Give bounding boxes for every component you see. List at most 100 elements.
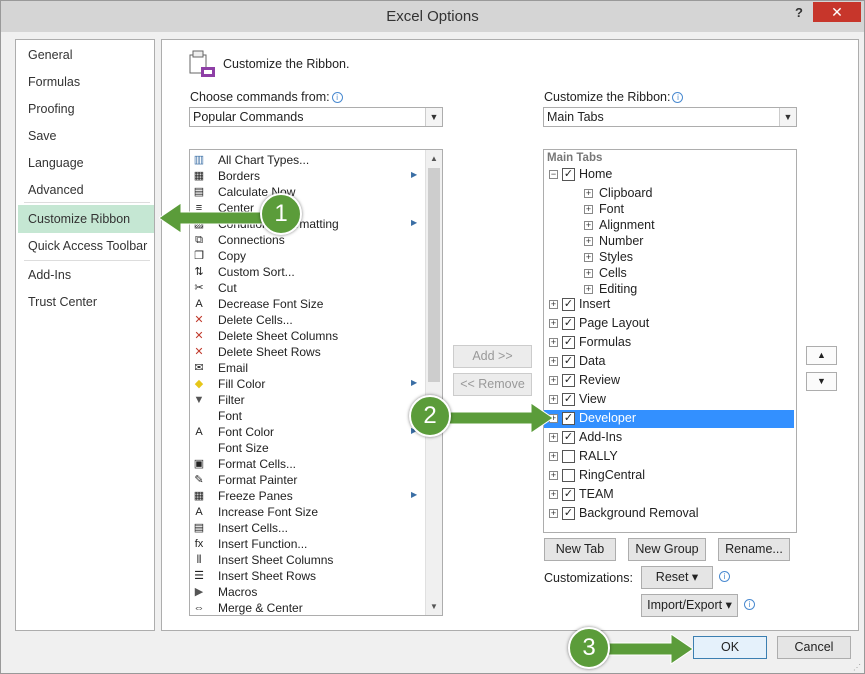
expand-icon[interactable]: + <box>584 285 593 294</box>
command-item[interactable]: ✕ Delete Sheet Columns <box>190 328 430 344</box>
move-down-button[interactable]: ▼ <box>806 372 837 391</box>
nav-item-add-ins[interactable]: Add-Ins <box>28 268 71 282</box>
expand-icon[interactable]: + <box>549 300 558 309</box>
command-item[interactable]: fx Insert Function... <box>190 536 430 552</box>
command-item[interactable]: ✂ Cut <box>190 280 430 296</box>
expand-icon[interactable]: + <box>549 490 558 499</box>
expand-icon[interactable]: + <box>584 269 593 278</box>
command-item[interactable]: Font Size <box>190 440 430 456</box>
expand-icon[interactable]: + <box>584 205 593 214</box>
tree-tab-data[interactable]: + ✓ Data <box>544 353 794 371</box>
tree-tab-insert[interactable]: + ✓ Insert <box>544 296 794 314</box>
nav-item-language[interactable]: Language <box>28 156 84 170</box>
expand-icon[interactable]: + <box>549 376 558 385</box>
command-item[interactable]: ▤ Calculate Now <box>190 184 430 200</box>
remove-button[interactable]: << Remove <box>453 373 532 396</box>
new-tab-button[interactable]: New Tab <box>544 538 616 561</box>
tab-checkbox[interactable]: ✓ <box>562 393 575 406</box>
info-icon[interactable]: i <box>672 92 684 103</box>
tab-checkbox[interactable]: ✓ <box>562 507 575 520</box>
command-item[interactable]: ▤ Insert Cells... <box>190 520 430 536</box>
nav-item-formulas[interactable]: Formulas <box>28 75 80 89</box>
command-item[interactable]: AFont Color▶ <box>190 424 430 440</box>
tree-tab-formulas[interactable]: + ✓ Formulas <box>544 334 794 352</box>
nav-item-customize-ribbon[interactable]: Customize Ribbon <box>28 212 130 226</box>
tree-tab-add-ins[interactable]: + ✓ Add-Ins <box>544 429 794 447</box>
tab-checkbox[interactable]: ✓ <box>562 412 575 425</box>
nav-item-save[interactable]: Save <box>28 129 57 143</box>
nav-item-general[interactable]: General <box>28 48 72 62</box>
tree-tab-rally[interactable]: + RALLY <box>544 448 794 466</box>
add-button[interactable]: Add >> <box>453 345 532 368</box>
tab-checkbox[interactable]: ✓ <box>562 431 575 444</box>
expand-icon[interactable]: + <box>584 253 593 262</box>
command-item[interactable]: ▥ All Chart Types... <box>190 152 430 168</box>
ok-button[interactable]: OK <box>693 636 767 659</box>
expand-icon[interactable]: + <box>584 237 593 246</box>
command-item[interactable]: A Increase Font Size <box>190 504 430 520</box>
command-item[interactable]: ▼ Filter <box>190 392 430 408</box>
tree-tab-view[interactable]: + ✓ View <box>544 391 794 409</box>
tab-checkbox[interactable]: ✓ <box>562 488 575 501</box>
command-item[interactable]: ✉ Email <box>190 360 430 376</box>
choose-commands-combo[interactable]: Popular Commands ▼ <box>189 107 443 127</box>
expand-icon[interactable]: + <box>584 189 593 198</box>
command-item[interactable]: ▦ Borders ▶ <box>190 168 430 184</box>
command-item[interactable]: ◆ Fill Color ▶ <box>190 376 430 392</box>
tree-tab-review[interactable]: + ✓ Review <box>544 372 794 390</box>
command-item[interactable]: ❐ Copy <box>190 248 430 264</box>
tab-checkbox[interactable]: ✓ <box>562 317 575 330</box>
tab-checkbox[interactable] <box>562 469 575 482</box>
tree-tab-ringcentral[interactable]: + RingCentral <box>544 467 794 485</box>
info-icon[interactable]: i <box>331 92 343 103</box>
close-button[interactable]: ✕ <box>813 2 861 22</box>
cancel-button[interactable]: Cancel <box>777 636 851 659</box>
help-button[interactable]: ? <box>789 5 809 25</box>
scroll-up-icon[interactable]: ▲ <box>426 150 442 167</box>
command-item[interactable]: ✎ Format Painter <box>190 472 430 488</box>
tab-checkbox[interactable] <box>562 450 575 463</box>
nav-item-quick-access-toolbar[interactable]: Quick Access Toolbar <box>28 239 147 253</box>
rename-button[interactable]: Rename... <box>718 538 790 561</box>
info-icon[interactable]: i <box>744 599 755 610</box>
tab-checkbox[interactable]: ✓ <box>562 355 575 368</box>
tree-tab-team[interactable]: + ✓ TEAM <box>544 486 794 504</box>
tab-checkbox[interactable]: ✓ <box>562 374 575 387</box>
tab-checkbox[interactable]: ✓ <box>562 168 575 181</box>
expand-icon[interactable]: + <box>549 319 558 328</box>
command-item[interactable]: ▣ Format Cells... <box>190 456 430 472</box>
nav-item-trust-center[interactable]: Trust Center <box>28 295 97 309</box>
nav-item-proofing[interactable]: Proofing <box>28 102 75 116</box>
command-item[interactable]: ⇔ Merge & Center <box>190 600 430 615</box>
ribbon-tabs-tree[interactable]: Main Tabs − ✓ Home + Clipboard + Font + Alignmen… <box>543 149 797 533</box>
tree-tab-developer[interactable]: + ✓ Developer <box>544 410 794 428</box>
command-item[interactable]: ✕ Delete Cells... <box>190 312 430 328</box>
command-item[interactable]: ⫴ Insert Sheet Columns <box>190 552 430 568</box>
chevron-down-icon[interactable]: ▼ <box>425 108 442 126</box>
command-item[interactable]: ▦ Freeze Panes ▶ <box>190 488 430 504</box>
command-item[interactable]: ☰ Insert Sheet Rows <box>190 568 430 584</box>
reset-button[interactable]: Reset ▾ <box>641 566 713 589</box>
nav-item-advanced[interactable]: Advanced <box>28 183 84 197</box>
tree-tab-background-removal[interactable]: + ✓ Background Removal <box>544 505 794 523</box>
move-up-button[interactable]: ▲ <box>806 346 837 365</box>
chevron-down-icon[interactable]: ▼ <box>779 108 796 126</box>
tab-checkbox[interactable]: ✓ <box>562 336 575 349</box>
command-item[interactable]: ▶ Macros <box>190 584 430 600</box>
expand-icon[interactable]: + <box>549 509 558 518</box>
command-item[interactable]: ✕ Delete Sheet Rows <box>190 344 430 360</box>
expand-icon[interactable]: + <box>549 471 558 480</box>
scroll-thumb[interactable] <box>428 168 440 382</box>
command-item[interactable]: A Decrease Font Size <box>190 296 430 312</box>
info-icon[interactable]: i <box>719 571 730 582</box>
expand-icon[interactable]: + <box>549 452 558 461</box>
expand-icon[interactable]: + <box>584 221 593 230</box>
scroll-down-icon[interactable]: ▼ <box>426 598 442 615</box>
tab-checkbox[interactable]: ✓ <box>562 298 575 311</box>
tree-tab-home[interactable]: − ✓ Home <box>544 166 794 184</box>
new-group-button[interactable]: New Group <box>628 538 706 561</box>
command-item[interactable]: ⇅ Custom Sort... <box>190 264 430 280</box>
commands-scrollbar[interactable]: ▲ ▼ <box>425 150 442 615</box>
command-item[interactable]: Font <box>190 408 430 424</box>
expand-icon[interactable]: + <box>549 338 558 347</box>
